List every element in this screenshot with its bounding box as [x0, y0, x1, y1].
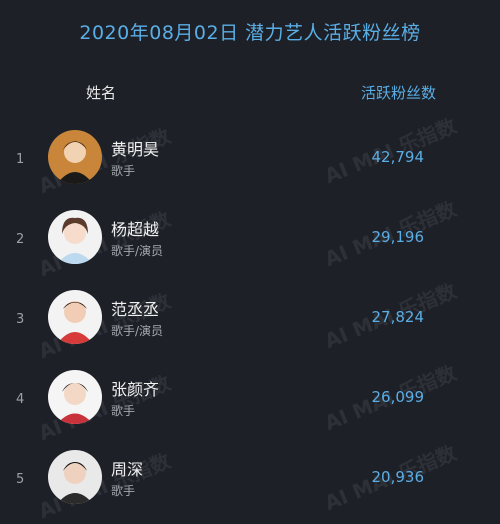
column-header-fans: 活跃粉丝数	[361, 84, 437, 102]
rank-number: 4	[16, 392, 25, 407]
artist-name: 周深	[111, 460, 144, 479]
fan-count: 20,936	[371, 468, 425, 486]
fan-count: 27,824	[371, 308, 425, 326]
list-item[interactable]: 5 周深 歌手 20,936	[0, 448, 500, 518]
artist-name: 张颜齐	[111, 380, 160, 399]
list-item[interactable]: 1 黄明昊 歌手 42,794	[0, 128, 500, 198]
artist-role: 歌手	[111, 484, 136, 498]
artist-name: 范丞丞	[111, 300, 160, 319]
avatar-icon[interactable]	[48, 290, 102, 344]
fan-count: 42,794	[371, 148, 425, 166]
rank-number: 3	[16, 312, 25, 327]
fan-count: 26,099	[371, 388, 425, 406]
rank-number: 2	[16, 232, 25, 247]
list-item[interactable]: 4 张颜齐 歌手 26,099	[0, 368, 500, 438]
page-title: 2020年08月02日 潜力艺人活跃粉丝榜	[79, 22, 421, 44]
list-item[interactable]: 3 范丞丞 歌手/演员 27,824	[0, 288, 500, 358]
artist-role: 歌手/演员	[111, 244, 164, 258]
avatar-icon[interactable]	[48, 450, 102, 504]
avatar-icon[interactable]	[48, 370, 102, 424]
artist-role: 歌手	[111, 164, 136, 178]
column-header-name: 姓名	[86, 84, 117, 102]
artist-name: 黄明昊	[111, 140, 160, 159]
list-item[interactable]: 2 杨超越 歌手/演员 29,196	[0, 208, 500, 278]
avatar-icon[interactable]	[48, 130, 102, 184]
artist-role: 歌手	[111, 404, 136, 418]
avatar-icon[interactable]	[48, 210, 102, 264]
fan-count: 29,196	[371, 228, 425, 246]
artist-role: 歌手/演员	[111, 324, 164, 338]
rank-number: 1	[16, 152, 25, 167]
artist-name: 杨超越	[111, 220, 160, 239]
rank-number: 5	[16, 472, 25, 487]
